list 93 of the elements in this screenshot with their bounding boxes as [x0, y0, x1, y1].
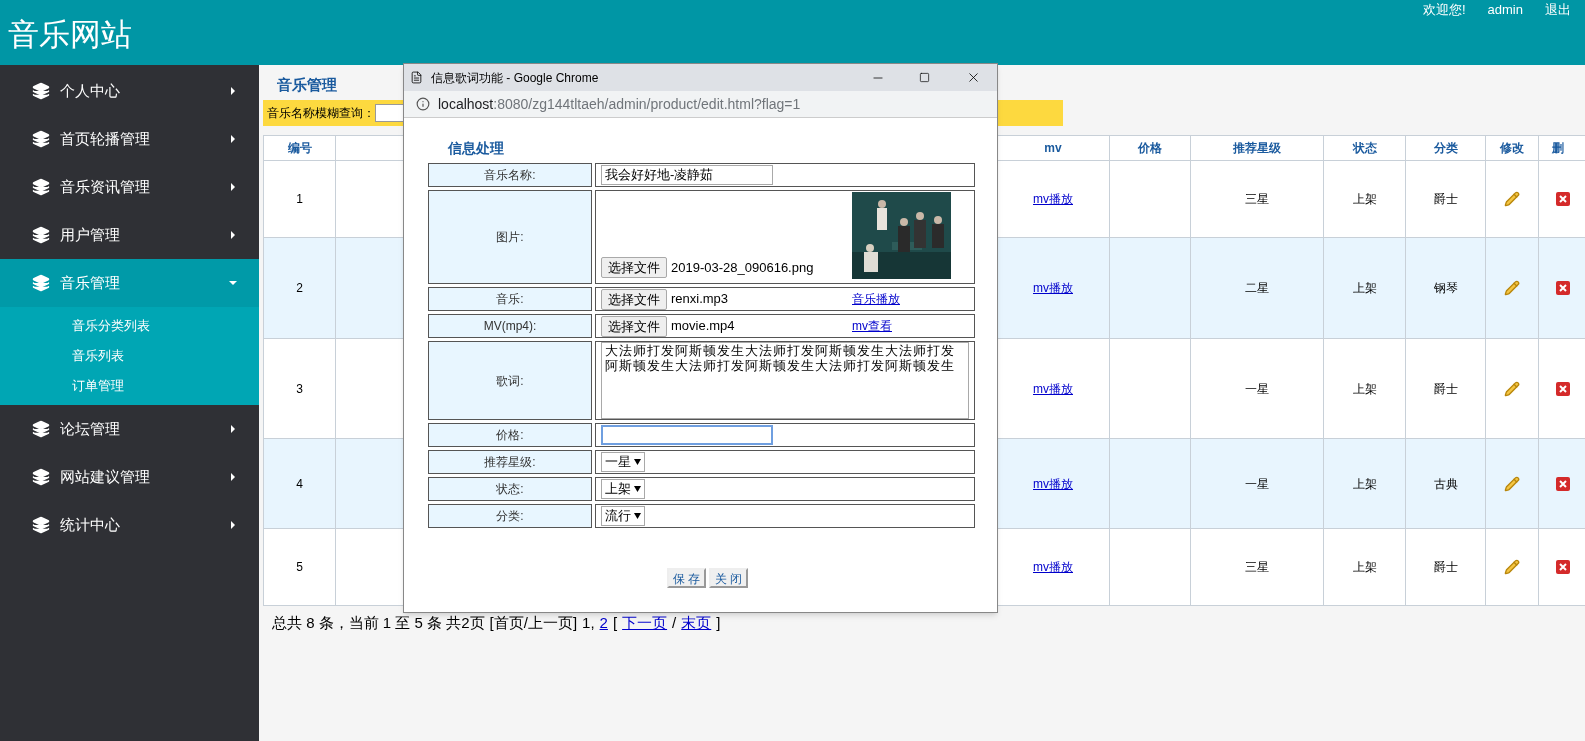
layers-icon [32, 226, 50, 244]
choose-file-button[interactable]: 选择文件 [601, 288, 667, 310]
pagination-text: / [672, 613, 677, 633]
user-link[interactable]: admin [1487, 0, 1523, 16]
info-icon [416, 97, 430, 111]
table-cell: 5 [263, 529, 335, 606]
delete-icon[interactable] [1556, 476, 1570, 491]
form-heading: 信息处理 [447, 139, 505, 158]
field-label: MV(mp4): [428, 314, 592, 338]
layers-icon [32, 274, 50, 292]
site-title: 音乐网站 [7, 16, 132, 54]
layers-icon [32, 468, 50, 486]
page-link[interactable]: 下一页 [622, 612, 668, 635]
maximize-icon[interactable] [919, 72, 930, 83]
caret-icon [229, 279, 237, 287]
form-button[interactable]: 保 存 [666, 568, 706, 588]
url-path: :8080/zg144tltaeh/admin/product/edit.html?flag=1 [493, 94, 801, 114]
field-label: 歌词: [428, 341, 592, 420]
caret-icon [634, 513, 641, 519]
mv-link[interactable]: mv播放 [1033, 474, 1073, 493]
sidebar-item[interactable]: 个人中心 [0, 67, 259, 115]
layers-icon [32, 516, 50, 534]
delete-icon[interactable] [1556, 560, 1570, 574]
window-title: 信息歌词功能 - Google Chrome [431, 69, 600, 87]
select-field[interactable]: 一星 [601, 452, 645, 472]
layers-icon [32, 130, 50, 148]
edit-icon[interactable] [1504, 191, 1520, 207]
select-field[interactable]: 上架 [601, 479, 645, 499]
caret-icon [634, 459, 641, 465]
text-field[interactable]: 我会好好地-凌静茹 [601, 165, 773, 185]
preview-link[interactable]: 音乐播放 [852, 290, 900, 308]
sidebar-item[interactable]: 统计中心 [0, 501, 259, 549]
layers-icon [32, 178, 50, 196]
mv-link[interactable]: mv播放 [1033, 190, 1073, 208]
form-button[interactable]: 关 闭 [709, 568, 749, 588]
choose-file-button[interactable]: 选择文件 [601, 257, 667, 278]
pagination-text: [ [612, 613, 618, 633]
edit-icon[interactable] [1504, 559, 1520, 575]
select-field[interactable]: 流行 [601, 506, 645, 526]
close-icon[interactable] [966, 70, 981, 85]
delete-icon[interactable] [1556, 381, 1570, 396]
field-label: 音乐: [428, 287, 592, 311]
field-label: 价格: [428, 423, 592, 447]
choose-file-button[interactable]: 选择文件 [601, 315, 667, 337]
url-host: localhost [438, 94, 494, 114]
pagination-text: 1, [582, 613, 595, 633]
caret-icon [229, 87, 237, 95]
edit-icon[interactable] [1504, 475, 1520, 492]
sidebar-item[interactable]: 用户管理 [0, 211, 259, 259]
caret-icon [229, 135, 237, 143]
search-label: 音乐名称模糊查询： [267, 105, 375, 122]
text-field[interactable] [601, 425, 773, 445]
delete-icon[interactable] [1556, 281, 1570, 295]
table-cell: 爵士 [1405, 529, 1485, 606]
file-name: 2019-03-28_090616.png [671, 258, 814, 277]
sidebar-item[interactable]: 网站建议管理 [0, 453, 259, 501]
caret-icon [229, 425, 237, 433]
section-title: 音乐管理 [277, 75, 337, 95]
field-label: 分类: [428, 504, 592, 528]
file-name: renxi.mp3 [671, 290, 730, 309]
field-label: 音乐名称: [428, 163, 592, 187]
logout-link[interactable]: 退出 [1545, 0, 1571, 16]
edit-icon[interactable] [1504, 280, 1520, 296]
sidebar-item[interactable]: 论坛管理 [0, 405, 259, 453]
mv-link[interactable]: mv播放 [1033, 379, 1073, 398]
table-cell: 三星 [1190, 529, 1323, 606]
sidebar-item[interactable]: 首页轮播管理 [0, 115, 259, 163]
table-cell: 上架 [1323, 529, 1405, 606]
page-icon [410, 71, 423, 84]
caret-icon [229, 231, 237, 239]
field-label: 图片: [428, 190, 592, 284]
lyrics-field[interactable]: 大法师打发阿斯顿发生大法师打发阿斯顿发生大法师打发阿斯顿发生大法师打发阿斯顿发生大法师打发阿斯顿发生 [601, 342, 969, 419]
field-label: 推荐星级: [428, 450, 592, 474]
pagination-text: 总共 8 条，当前 1 至 5 条 共2页 [272, 613, 485, 633]
layers-icon [32, 420, 50, 438]
delete-icon[interactable] [1556, 192, 1570, 206]
mv-link[interactable]: mv播放 [1033, 558, 1073, 576]
mv-link[interactable]: mv播放 [1033, 279, 1073, 297]
sidebar-item[interactable]: 音乐资讯管理 [0, 163, 259, 211]
caret-icon [229, 183, 237, 191]
file-name: movie.mp4 [671, 317, 736, 336]
preview-link[interactable]: mv查看 [852, 317, 892, 335]
page-link[interactable]: 末页 [681, 612, 712, 635]
field-label: 状态: [428, 477, 592, 501]
edit-icon[interactable] [1504, 380, 1520, 397]
caret-icon [229, 473, 237, 481]
pagination-text: [首页/上一页] [489, 613, 578, 633]
layers-icon [32, 82, 50, 100]
caret-icon [634, 486, 641, 492]
pagination-text: ] [716, 613, 721, 633]
page-link[interactable]: 2 [599, 612, 608, 635]
welcome-text: 欢迎您! [1422, 1, 1466, 16]
caret-icon [229, 521, 237, 529]
